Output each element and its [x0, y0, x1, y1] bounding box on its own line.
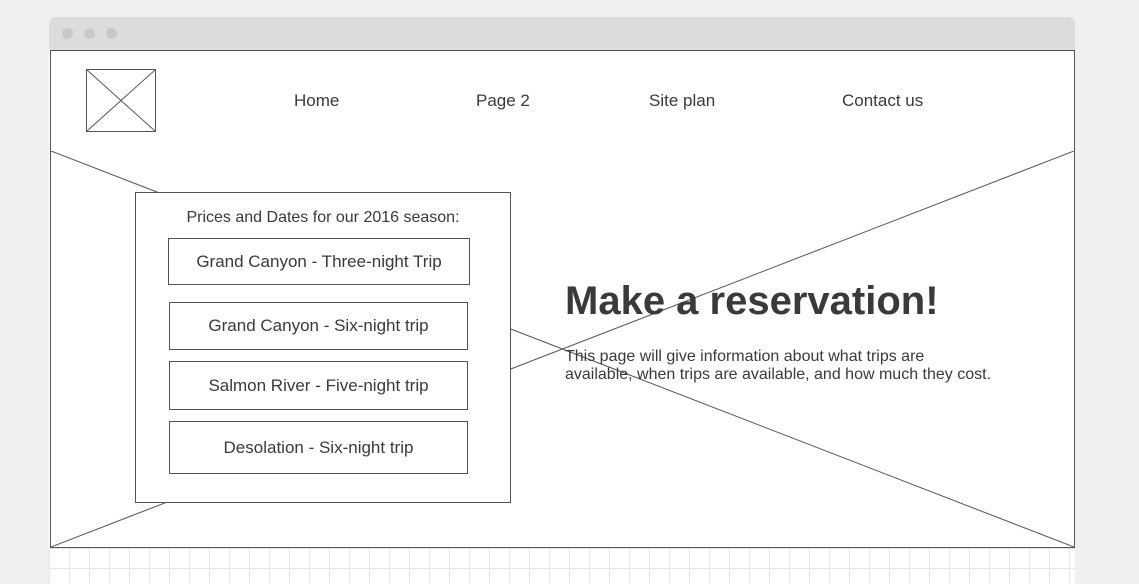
- nav-site-plan-link[interactable]: Site plan: [649, 91, 715, 111]
- nav-page2-link[interactable]: Page 2: [476, 91, 530, 111]
- nav-home-link[interactable]: Home: [294, 91, 339, 111]
- site-header: Home Page 2 Site plan Contact us: [50, 50, 1075, 153]
- window-titlebar: [49, 17, 1075, 50]
- hero-section: Prices and Dates for our 2016 season: Gr…: [50, 151, 1075, 548]
- window-close-dot-icon[interactable]: [62, 28, 73, 39]
- browser-window: Home Page 2 Site plan Contact us Prices …: [49, 17, 1075, 584]
- window-minimize-dot-icon[interactable]: [84, 28, 95, 39]
- logo-placeholder-icon: [86, 69, 156, 132]
- reservation-description: This page will give information about wh…: [565, 348, 992, 383]
- nav-contact-link[interactable]: Contact us: [842, 91, 923, 111]
- grid-canvas-area: [49, 548, 1075, 584]
- prices-panel: Prices and Dates for our 2016 season: Gr…: [135, 192, 511, 503]
- trip-button-desolation-six-night[interactable]: Desolation - Six-night trip: [169, 421, 468, 474]
- trip-button-salmon-river-five-night[interactable]: Salmon River - Five-night trip: [169, 361, 468, 410]
- reservation-title: Make a reservation!: [565, 279, 939, 323]
- window-maximize-dot-icon[interactable]: [106, 28, 117, 39]
- prices-heading: Prices and Dates for our 2016 season:: [186, 209, 460, 226]
- trip-button-grand-canyon-three-night[interactable]: Grand Canyon - Three-night Trip: [168, 238, 470, 285]
- trip-button-grand-canyon-six-night[interactable]: Grand Canyon - Six-night trip: [169, 302, 468, 350]
